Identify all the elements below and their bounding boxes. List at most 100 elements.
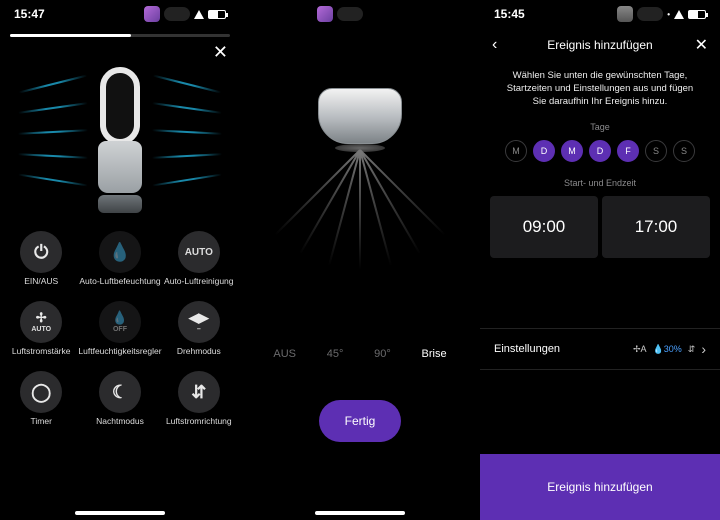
- control-luftstromst-rke[interactable]: ✢AUTO Luftstromstärke: [6, 301, 76, 367]
- airflow-streak: [19, 75, 87, 94]
- device-hero: [0, 37, 240, 227]
- days-section-label: Tage: [480, 122, 720, 132]
- airflow-streak: [153, 75, 221, 94]
- app-thumb-icon: [144, 6, 160, 22]
- control-luftstromrichtung[interactable]: ⇵ Luftstromrichtung: [164, 371, 234, 437]
- done-button-label: Fertig: [345, 414, 376, 428]
- airflow-streak: [18, 153, 88, 159]
- osc-option-45[interactable]: 45°: [327, 348, 344, 360]
- airflow-streak: [152, 153, 222, 159]
- device-illustration: [97, 67, 143, 197]
- settings-humidity: 💧30%: [653, 344, 682, 355]
- control-label: Auto-Luftreinigung: [164, 277, 234, 297]
- time-range: 09:00 17:00: [480, 196, 720, 258]
- status-bar: [240, 0, 480, 28]
- control-button[interactable]: AUTO: [178, 231, 220, 273]
- osc-option-aus[interactable]: AUS: [273, 348, 296, 360]
- wifi-icon: [674, 10, 684, 19]
- close-icon[interactable]: ✕: [695, 35, 708, 55]
- control-button[interactable]: ◯: [20, 371, 62, 413]
- control-ein-aus[interactable]: ⏻ EIN/AUS: [6, 231, 76, 297]
- status-icons: [317, 6, 363, 22]
- settings-direction-icon: ⇵: [688, 344, 696, 355]
- screen-header: ‹ Ereignis hinzufügen ✕: [480, 28, 720, 62]
- end-time[interactable]: 17:00: [602, 196, 710, 258]
- app-thumb-icon: [317, 6, 333, 22]
- airflow-streak: [18, 129, 88, 135]
- screen-main-controls: 15:47 ✕ ⏻EIN/AUS💧Auto-LuftbefeuchtungAUT…: [0, 0, 240, 520]
- screen-add-event: 15:45 • ‹ Ereignis hinzufügen ✕ Wählen S…: [480, 0, 720, 520]
- control-button[interactable]: ☾: [99, 371, 141, 413]
- control-luftfeuchtigkeitsregler[interactable]: 💧OFF Luftfeuchtigkeitsregler: [78, 301, 161, 367]
- control-auto-luftreinigung[interactable]: AUTO Auto-Luftreinigung: [164, 231, 234, 297]
- day-0[interactable]: M: [505, 140, 527, 162]
- battery-icon: [688, 10, 706, 19]
- control-label: Luftfeuchtigkeitsregler: [78, 347, 161, 367]
- day-3[interactable]: D: [589, 140, 611, 162]
- home-indicator: [315, 511, 405, 515]
- screen-oscillation: AUS 45° 90° Brise Fertig: [240, 0, 480, 520]
- control-button[interactable]: 💧: [99, 231, 141, 273]
- control-button[interactable]: ✢AUTO: [20, 301, 62, 343]
- status-bar: 15:45 •: [480, 0, 720, 28]
- osc-option-brise[interactable]: Brise: [422, 348, 447, 360]
- day-2[interactable]: M: [561, 140, 583, 162]
- status-time: 15:47: [14, 7, 45, 21]
- control-timer[interactable]: ◯ Timer: [6, 371, 76, 437]
- control-nachtmodus[interactable]: ☾ Nachtmodus: [78, 371, 161, 437]
- airflow-streak: [152, 102, 222, 114]
- screen-title: Ereignis hinzufügen: [547, 38, 652, 52]
- status-bar: 15:47: [0, 0, 240, 28]
- settings-summary: ✢A 💧30% ⇵ ›: [633, 341, 706, 357]
- control-label: Drehmodus: [164, 347, 234, 367]
- status-icons: •: [617, 6, 706, 22]
- back-chevron-icon[interactable]: ‹: [492, 36, 497, 54]
- start-time[interactable]: 09:00: [490, 196, 598, 258]
- device-top-hero: [240, 28, 480, 278]
- control-drehmodus[interactable]: ◀▶– Drehmodus: [164, 301, 234, 367]
- osc-option-90[interactable]: 90°: [374, 348, 391, 360]
- device-top-illustration: [318, 88, 402, 156]
- day-4[interactable]: F: [617, 140, 639, 162]
- status-icons: [144, 6, 226, 22]
- day-6[interactable]: S: [673, 140, 695, 162]
- add-event-button[interactable]: Ereignis hinzufügen: [480, 454, 720, 520]
- day-picker: MDMDFSS: [480, 140, 720, 162]
- control-grid: ⏻ EIN/AUS 💧 Auto-Luftbefeuchtung AUTO Auto-Lu…: [0, 227, 240, 437]
- control-label: Nachtmodus: [78, 417, 161, 437]
- add-event-label: Ereignis hinzufügen: [547, 480, 652, 494]
- airflow-streak: [18, 174, 87, 187]
- control-button[interactable]: ⏻: [20, 231, 62, 273]
- done-button[interactable]: Fertig: [319, 400, 401, 442]
- cellular-icon: •: [667, 10, 670, 19]
- control-label: Timer: [6, 417, 76, 437]
- day-5[interactable]: S: [645, 140, 667, 162]
- dynamic-island: [164, 7, 190, 21]
- screen-subtitle: Wählen Sie unten die gewünschten Tage, S…: [480, 62, 720, 122]
- end-time-value: 17:00: [635, 217, 678, 237]
- dynamic-island: [637, 7, 663, 21]
- control-button[interactable]: ⇵: [178, 371, 220, 413]
- airflow-streak: [152, 174, 221, 187]
- control-label: Luftstromstärke: [6, 347, 76, 367]
- battery-icon: [208, 10, 226, 19]
- control-button[interactable]: 💧OFF: [99, 301, 141, 343]
- airflow-streak: [152, 129, 222, 135]
- control-button[interactable]: ◀▶–: [178, 301, 220, 343]
- control-label: Luftstromrichtung: [164, 417, 234, 437]
- control-label: EIN/AUS: [6, 277, 76, 297]
- home-indicator: [75, 511, 165, 515]
- settings-mode-icon: ✢A: [633, 344, 647, 355]
- day-1[interactable]: D: [533, 140, 555, 162]
- wifi-icon: [194, 10, 204, 19]
- status-time: 15:45: [494, 7, 525, 21]
- time-section-label: Start- und Endzeit: [480, 178, 720, 188]
- dynamic-island: [337, 7, 363, 21]
- start-time-value: 09:00: [523, 217, 566, 237]
- settings-row[interactable]: Einstellungen ✢A 💧30% ⇵ ›: [480, 328, 720, 370]
- airflow-streak: [18, 102, 88, 114]
- control-label: Auto-Luftbefeuchtung: [78, 277, 161, 297]
- oscillation-options: AUS 45° 90° Brise: [240, 348, 480, 360]
- app-thumb-icon: [617, 6, 633, 22]
- control-auto-luftbefeuchtung[interactable]: 💧 Auto-Luftbefeuchtung: [78, 231, 161, 297]
